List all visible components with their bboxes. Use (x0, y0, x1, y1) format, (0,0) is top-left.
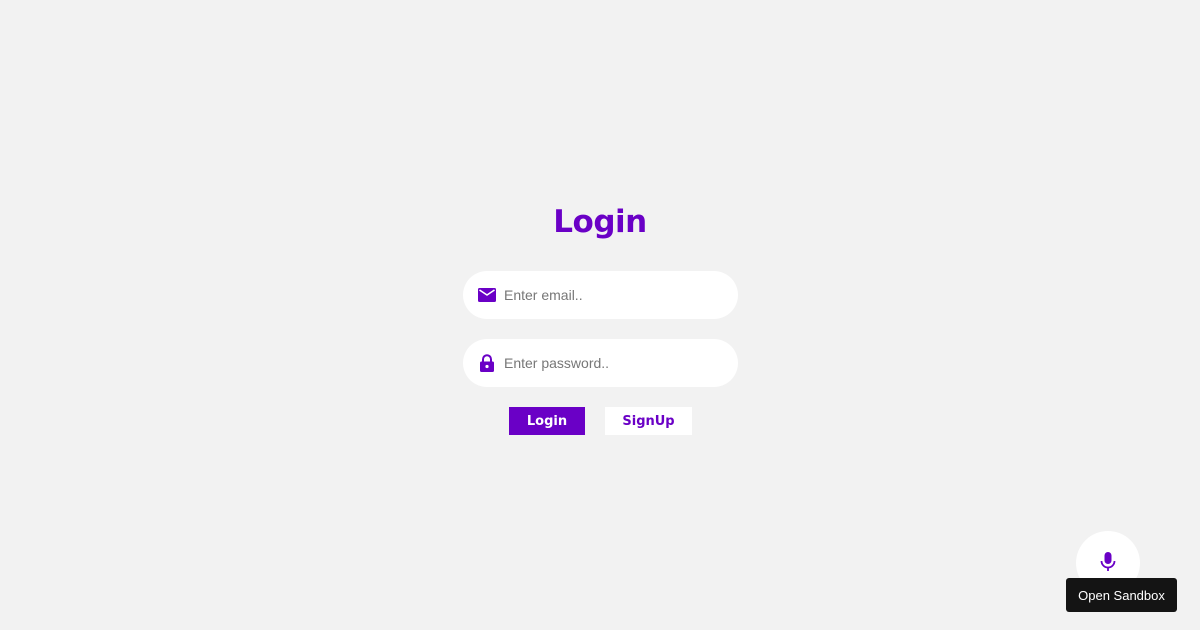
email-field-container (463, 271, 738, 319)
page-title: Login (553, 204, 647, 240)
lock-icon (478, 354, 496, 372)
signup-button[interactable]: SignUp (605, 407, 692, 435)
password-field-container (463, 339, 738, 387)
login-button[interactable]: Login (509, 407, 585, 435)
mail-icon (478, 286, 496, 304)
microphone-icon (1098, 551, 1118, 573)
email-input[interactable] (504, 271, 724, 319)
password-input[interactable] (504, 339, 724, 387)
open-sandbox-tooltip: Open Sandbox (1066, 578, 1177, 612)
